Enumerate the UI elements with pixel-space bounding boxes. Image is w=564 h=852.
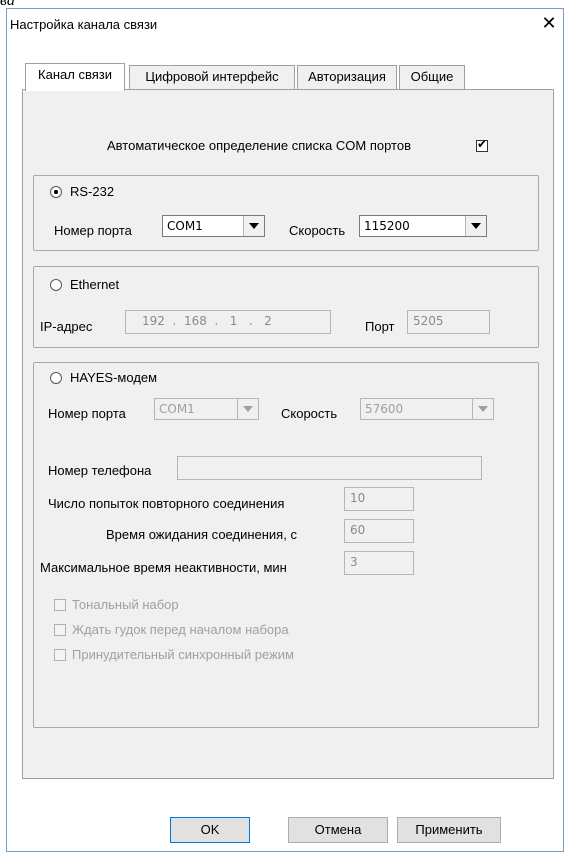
rs232-speed-value: 115200 — [364, 219, 410, 233]
retries-input[interactable]: 10 — [344, 487, 414, 511]
ok-button[interactable]: OK — [170, 817, 250, 843]
hayes-port-dropdown-button[interactable] — [237, 399, 258, 419]
ethernet-label: Ethernet — [70, 277, 120, 292]
inactivity-value: 3 — [350, 555, 358, 569]
tab-digital-interface[interactable]: Цифровой интерфейс — [129, 65, 295, 89]
hayes-speed-value: 57600 — [365, 402, 404, 416]
rs232-port-dropdown-button[interactable] — [243, 216, 264, 236]
rs232-label: RS-232 — [70, 184, 115, 199]
rs232-port-select[interactable]: COM1 — [162, 215, 265, 237]
ethernet-port-input[interactable]: 5205 — [407, 310, 490, 334]
close-icon[interactable]: ✕ — [540, 14, 558, 32]
hayes-port-value: COM1 — [159, 402, 195, 416]
cancel-button[interactable]: Отмена — [288, 817, 388, 843]
ethernet-radio[interactable] — [50, 279, 62, 291]
phone-number-input[interactable] — [177, 456, 482, 480]
hayes-speed-dropdown-button[interactable] — [472, 399, 493, 419]
chevron-down-icon — [471, 223, 481, 229]
chevron-down-icon — [478, 406, 488, 412]
rs232-speed-select[interactable]: 115200 — [359, 215, 487, 237]
rs232-port-label: Номер порта — [54, 223, 132, 238]
chevron-down-icon — [243, 406, 253, 412]
apply-button[interactable]: Применить — [397, 817, 501, 843]
ethernet-port-label: Порт — [365, 319, 395, 334]
ip-address-value: 192 . 168 . 1 . 2 — [142, 314, 272, 328]
hayes-label: HAYES-модем — [70, 370, 158, 385]
hayes-group: HAYES-модем Номер порта COM1 Скорость 57… — [33, 362, 539, 728]
settings-dialog: Настройка канала связи ✕ Канал связи Циф… — [6, 8, 564, 852]
rs232-speed-label: Скорость — [289, 223, 346, 238]
tone-dial-label: Тональный набор — [72, 597, 179, 612]
ethernet-port-value: 5205 — [413, 314, 444, 328]
forced-sync-checkbox[interactable] — [54, 649, 66, 661]
chevron-down-icon — [249, 223, 259, 229]
tone-dial-checkbox[interactable] — [54, 599, 66, 611]
hayes-speed-select[interactable]: 57600 — [360, 398, 494, 420]
forced-sync-label: Принудительный синхронный режим — [72, 647, 294, 662]
tab-channel[interactable]: Канал связи — [25, 63, 125, 91]
checkmark-icon: ✔ — [477, 137, 488, 151]
auto-detect-checkbox[interactable]: ✔ — [476, 137, 488, 152]
radio-selected-dot — [54, 190, 58, 194]
wait-tone-label: Ждать гудок перед началом набора — [72, 622, 289, 637]
wait-tone-checkbox[interactable] — [54, 624, 66, 636]
rs232-speed-dropdown-button[interactable] — [465, 216, 486, 236]
ethernet-group: Ethernet IP-адрес 192 . 168 . 1 . 2 Порт… — [33, 266, 539, 348]
timeout-input[interactable]: 60 — [344, 519, 414, 543]
timeout-value: 60 — [350, 523, 366, 537]
inactivity-label: Максимальное время неактивности, мин — [40, 560, 287, 575]
hayes-port-select[interactable]: COM1 — [154, 398, 259, 420]
tab-authorization[interactable]: Авторизация — [297, 65, 397, 89]
tab-general[interactable]: Общие — [399, 65, 465, 89]
hayes-radio[interactable] — [50, 372, 62, 384]
retries-value: 10 — [350, 491, 366, 505]
inactivity-input[interactable]: 3 — [344, 551, 414, 575]
tab-panel: Автоматическое определение списка COM по… — [22, 89, 554, 779]
timeout-label: Время ожидания соединения, с — [106, 527, 297, 542]
hayes-speed-label: Скорость — [281, 406, 338, 421]
rs232-port-value: COM1 — [167, 219, 203, 233]
window-title: Настройка канала связи — [10, 17, 158, 32]
retries-label: Число попыток повторного соединения — [48, 496, 285, 511]
auto-detect-label: Автоматическое определение списка COM по… — [107, 138, 411, 153]
ip-address-input[interactable]: 192 . 168 . 1 . 2 — [125, 310, 331, 334]
hayes-port-label: Номер порта — [48, 406, 126, 421]
phone-number-label: Номер телефона — [48, 463, 152, 478]
ip-address-label: IP-адрес — [40, 319, 93, 334]
rs232-group: RS-232 Номер порта COM1 Скорость 115200 — [33, 175, 539, 251]
rs232-radio[interactable] — [50, 186, 62, 198]
